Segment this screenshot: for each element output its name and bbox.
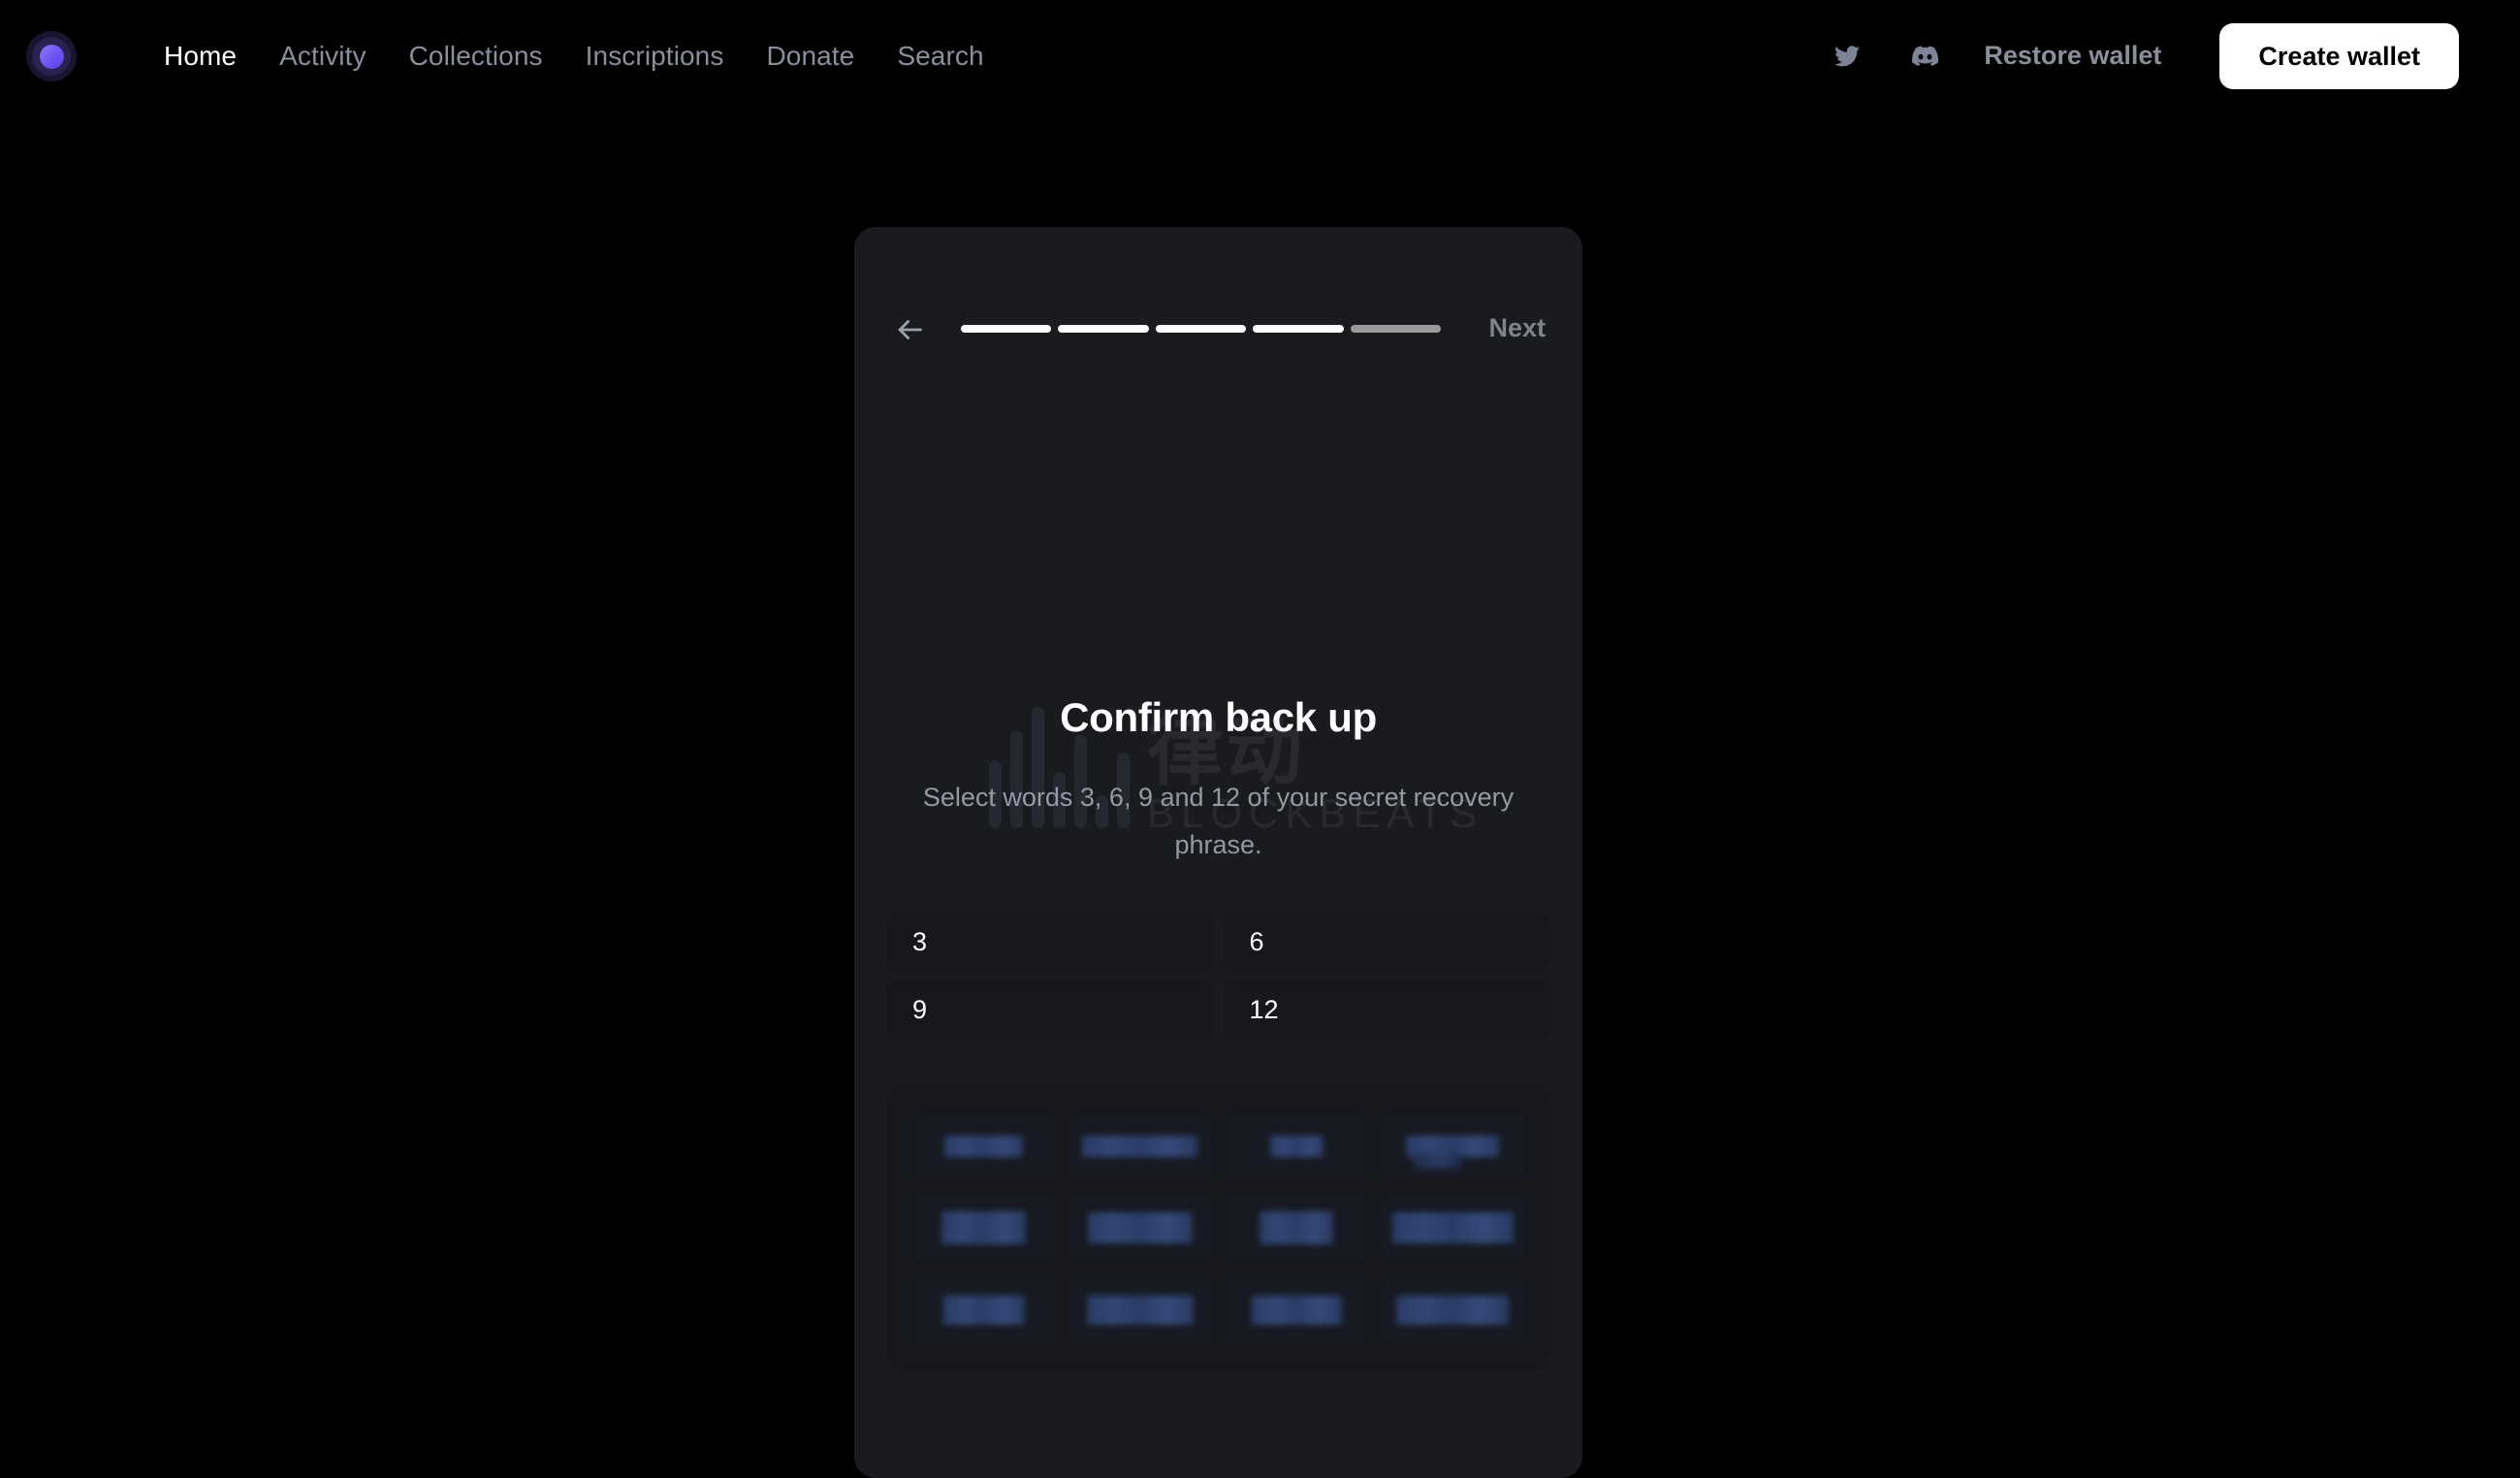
word-bank-chip-9[interactable] (913, 1277, 1055, 1342)
word-slot-12[interactable]: 12 (1223, 980, 1550, 1040)
twitter-icon[interactable] (1829, 38, 1866, 75)
progress-segment-3 (1155, 325, 1247, 333)
word-bank-chip-11[interactable] (1226, 1277, 1367, 1342)
nav-item-collections[interactable]: Collections (388, 41, 564, 72)
progress-segment-4 (1253, 325, 1344, 333)
modal-header: Next (854, 309, 1582, 350)
word-slot-9[interactable]: 9 (886, 980, 1214, 1040)
word-bank-chip-2[interactable] (1069, 1114, 1211, 1179)
word-bank-chip-10[interactable] (1069, 1277, 1211, 1342)
nav-item-home[interactable]: Home (143, 41, 258, 72)
confirm-backup-modal: Next Confirm back up Select words 3, 6, … (854, 227, 1582, 1478)
word-bank-chip-5[interactable] (913, 1196, 1055, 1261)
word-bank-chip-3[interactable] (1226, 1114, 1367, 1179)
create-wallet-button[interactable]: Create wallet (2219, 22, 2459, 89)
header-next-link[interactable]: Next (1488, 313, 1546, 343)
step-progress-indicator (961, 325, 1442, 333)
selected-word-slots: 3 6 9 12 (886, 912, 1550, 1040)
word-bank-chip-7[interactable] (1226, 1196, 1367, 1261)
arrow-left-icon[interactable] (893, 313, 926, 346)
progress-segment-5 (1350, 325, 1442, 333)
word-bank-grid (886, 1085, 1550, 1371)
discord-icon[interactable] (1906, 38, 1943, 75)
progress-segment-2 (1058, 325, 1149, 333)
page-subtitle: Select words 3, 6, 9 and 12 of your secr… (922, 783, 1515, 859)
nav-right-actions: Restore wallet Create wallet (1829, 0, 2520, 112)
top-navigation-bar: Home Activity Collections Inscriptions D… (0, 0, 2520, 112)
restore-wallet-link[interactable]: Restore wallet (1984, 41, 2161, 71)
logo-core (39, 44, 64, 69)
word-bank-chip-4[interactable] (1382, 1114, 1523, 1179)
nav-item-search[interactable]: Search (876, 41, 1005, 72)
progress-segment-1 (961, 325, 1052, 333)
word-slot-6[interactable]: 6 (1223, 912, 1550, 972)
word-bank-chip-8[interactable] (1382, 1196, 1523, 1261)
nav-item-activity[interactable]: Activity (258, 41, 387, 72)
nav-item-inscriptions[interactable]: Inscriptions (564, 41, 746, 72)
word-slot-3[interactable]: 3 (886, 912, 1214, 972)
word-bank-chip-1[interactable] (913, 1114, 1055, 1179)
nav-item-donate[interactable]: Donate (745, 41, 876, 72)
word-bank-chip-6[interactable] (1069, 1196, 1211, 1261)
page-title: Confirm back up (1060, 694, 1377, 740)
primary-nav-links: Home Activity Collections Inscriptions D… (143, 0, 1005, 112)
wallet-orb-logo-icon[interactable] (26, 31, 77, 81)
word-bank-chip-12[interactable] (1382, 1277, 1523, 1342)
